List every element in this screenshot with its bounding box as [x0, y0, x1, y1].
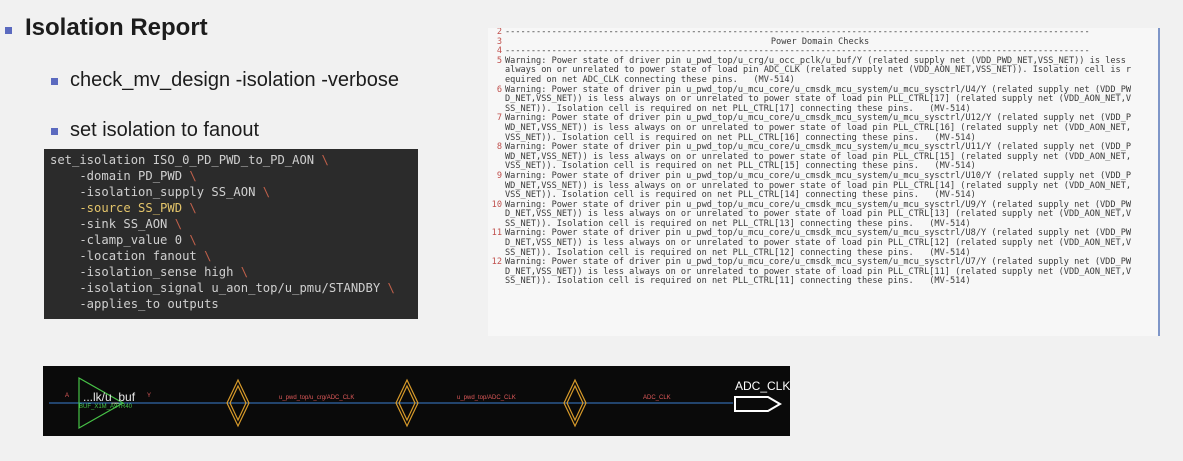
code-line: -domain PD_PWD \: [50, 169, 197, 183]
line-number: 12: [491, 257, 502, 268]
slide-title: Isolation Report: [25, 14, 208, 41]
line-number: 10: [491, 199, 502, 210]
net-label[interactable]: ADC_CLK: [643, 395, 671, 401]
output-port-label[interactable]: ADC_CLK: [735, 379, 790, 393]
bullet-marker: [51, 78, 58, 85]
line-number: 6: [496, 84, 502, 95]
output-port-symbol: [734, 396, 782, 412]
code-line: -applies_to outputs: [50, 297, 219, 311]
code-line: -isolation_sense high \: [50, 265, 249, 279]
report-text: SS_NET)). Isolation cell is required on …: [505, 276, 971, 287]
code-line: -source SS_PWD \: [50, 201, 197, 215]
pin-a-label: A: [65, 393, 70, 399]
code-line: -clamp_value 0 \: [50, 233, 197, 247]
schematic-drawing: [49, 376, 782, 430]
schematic-view: A Y ...lk/u_buf BUF_X1M_A9TR40 u_pwd_top…: [43, 366, 790, 436]
report-line: SS_NET)). Isolation cell is required on …: [488, 277, 1160, 287]
report-log: 2 ---------------------------------------…: [488, 28, 1160, 336]
line-number: 11: [491, 228, 502, 239]
code-line: -isolation_supply SS_AON \: [50, 185, 271, 199]
code-line: -location fanout \: [50, 249, 212, 263]
code-line: set_isolation ISO_0_PD_PWD_to_PD_AON \: [50, 153, 329, 167]
buffer-cell-name[interactable]: ...lk/u_buf: [83, 390, 135, 404]
code-block: set_isolation ISO_0_PD_PWD_to_PD_AON \ -…: [44, 149, 418, 319]
pin-y-label: Y: [147, 393, 152, 399]
line-number: 8: [496, 142, 502, 153]
bullet-marker: [51, 128, 58, 135]
bullet-check-mv-design: check_mv_design -isolation -verbose: [70, 69, 400, 91]
net-label[interactable]: u_pwd_top/ADC_CLK: [457, 395, 516, 401]
buffer-cell-type: BUF_X1M_A9TR40: [79, 404, 133, 410]
slide: Isolation Report check_mv_design -isolat…: [0, 0, 1183, 461]
line-number: 9: [496, 170, 502, 181]
code-line: -sink SS_AON \: [50, 217, 183, 231]
line-number: 7: [496, 113, 502, 124]
bullet-set-isolation: set isolation to fanout: [70, 119, 260, 141]
code-line: -isolation_signal u_aon_top/u_pmu/STANDB…: [50, 281, 395, 295]
line-number: 5: [496, 55, 502, 66]
title-bullet: [5, 27, 12, 34]
net-label[interactable]: u_pwd_top/u_crg/ADC_CLK: [279, 395, 354, 401]
